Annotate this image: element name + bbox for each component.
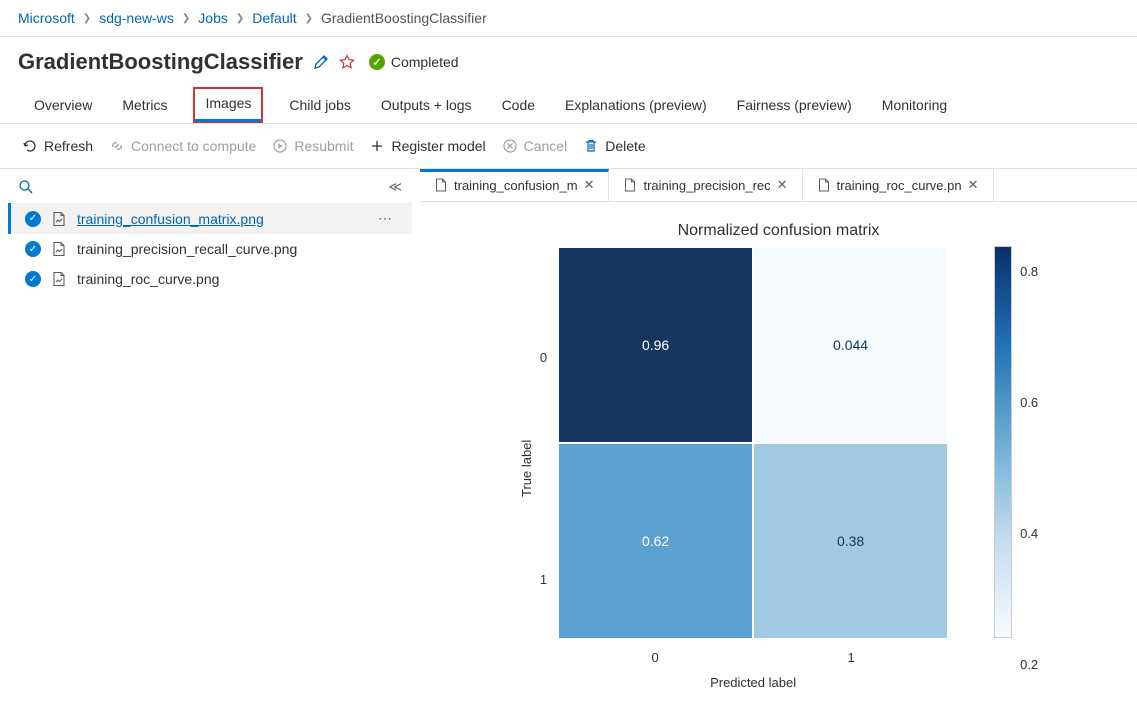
tab-code[interactable]: Code <box>498 89 539 123</box>
trash-icon <box>583 138 599 154</box>
page-title: GradientBoostingClassifier <box>18 49 303 75</box>
matrix-cell: 0.96 <box>558 247 753 443</box>
status-badge: Completed <box>369 54 459 70</box>
file-list-pane: ≪ training_confusion_matrix.png ⋯ traini… <box>0 169 420 710</box>
image-file-icon <box>623 178 637 192</box>
confusion-matrix: 0.96 0.044 0.62 0.38 <box>557 246 949 640</box>
tab-overview[interactable]: Overview <box>30 89 96 123</box>
y-tick: 0 <box>540 350 547 365</box>
image-tab-label: training_precision_rec <box>643 178 770 193</box>
close-icon[interactable]: ✕ <box>968 177 979 193</box>
title-row: GradientBoostingClassifier Completed <box>0 37 1137 81</box>
register-model-button[interactable]: Register model <box>369 138 485 154</box>
file-name: training_precision_recall_curve.png <box>77 241 297 257</box>
colorbar-tick: 0.2 <box>1020 657 1038 672</box>
tab-bar: Overview Metrics Images Child jobs Outpu… <box>0 81 1137 124</box>
image-file-icon <box>51 271 67 287</box>
tab-metrics[interactable]: Metrics <box>118 89 171 123</box>
colorbar: 0.8 0.6 0.4 0.2 <box>994 246 1038 690</box>
check-circle-icon <box>25 211 41 227</box>
tab-monitoring[interactable]: Monitoring <box>878 89 951 123</box>
image-file-icon <box>51 241 67 257</box>
chevron-right-icon: ❯ <box>305 13 313 24</box>
chart-area: Normalized confusion matrix True label 0… <box>420 202 1137 710</box>
close-icon[interactable]: ✕ <box>584 177 595 193</box>
chart-title: Normalized confusion matrix <box>440 222 1117 240</box>
edit-icon[interactable] <box>313 54 329 70</box>
cancel-icon <box>502 138 518 154</box>
x-axis-label: Predicted label <box>557 675 949 690</box>
delete-label: Delete <box>605 138 645 154</box>
more-icon[interactable]: ⋯ <box>372 210 398 227</box>
image-tab-label: training_roc_curve.pn <box>837 178 962 193</box>
matrix-cell: 0.38 <box>753 443 948 639</box>
tab-outputs-logs[interactable]: Outputs + logs <box>377 89 476 123</box>
file-name: training_confusion_matrix.png <box>77 211 264 227</box>
tab-fairness[interactable]: Fairness (preview) <box>733 89 856 123</box>
link-icon <box>109 138 125 154</box>
cancel-label: Cancel <box>524 138 568 154</box>
favorite-icon[interactable] <box>339 54 355 70</box>
file-item[interactable]: training_roc_curve.png <box>8 264 412 294</box>
file-item[interactable]: training_confusion_matrix.png ⋯ <box>8 203 412 234</box>
search-icon[interactable] <box>18 179 34 195</box>
tab-images[interactable]: Images <box>193 87 263 123</box>
colorbar-ticks: 0.8 0.6 0.4 0.2 <box>1020 246 1038 690</box>
matrix-cell: 0.62 <box>558 443 753 639</box>
check-circle-icon <box>25 271 41 287</box>
image-tab[interactable]: training_roc_curve.pn ✕ <box>803 169 994 201</box>
image-tab-label: training_confusion_m <box>454 178 578 193</box>
status-text: Completed <box>391 54 459 70</box>
image-file-icon <box>51 211 67 227</box>
resubmit-button[interactable]: Resubmit <box>272 138 353 154</box>
x-tick: 0 <box>557 650 753 665</box>
delete-button[interactable]: Delete <box>583 138 645 154</box>
y-tick: 1 <box>540 572 547 587</box>
tab-explanations[interactable]: Explanations (preview) <box>561 89 711 123</box>
breadcrumb-link[interactable]: Jobs <box>198 10 228 26</box>
colorbar-tick: 0.4 <box>1020 526 1038 541</box>
y-axis-label: True label <box>519 246 534 690</box>
play-circle-icon <box>272 138 288 154</box>
plus-icon <box>369 138 385 154</box>
breadcrumb-current: GradientBoostingClassifier <box>321 10 487 26</box>
matrix-cell: 0.044 <box>753 247 948 443</box>
image-file-icon <box>817 178 831 192</box>
toolbar: Refresh Connect to compute Resubmit Regi… <box>0 124 1137 168</box>
cancel-button[interactable]: Cancel <box>502 138 568 154</box>
breadcrumb: Microsoft ❯ sdg-new-ws ❯ Jobs ❯ Default ❯ Gr… <box>0 0 1137 37</box>
check-circle-icon <box>369 54 385 70</box>
breadcrumb-link[interactable]: sdg-new-ws <box>99 10 174 26</box>
refresh-icon <box>22 138 38 154</box>
check-circle-icon <box>25 241 41 257</box>
image-tab[interactable]: training_precision_rec ✕ <box>609 169 802 201</box>
x-tick: 1 <box>753 650 949 665</box>
breadcrumb-link[interactable]: Default <box>252 10 296 26</box>
connect-compute-button[interactable]: Connect to compute <box>109 138 256 154</box>
colorbar-tick: 0.6 <box>1020 395 1038 410</box>
close-icon[interactable]: ✕ <box>777 177 788 193</box>
colorbar-gradient <box>994 246 1012 638</box>
connect-label: Connect to compute <box>131 138 256 154</box>
tab-child-jobs[interactable]: Child jobs <box>285 89 354 123</box>
colorbar-tick: 0.8 <box>1020 264 1038 279</box>
image-tab-bar: training_confusion_m ✕ training_precisio… <box>420 169 1137 202</box>
image-file-icon <box>434 178 448 192</box>
content-row: ≪ training_confusion_matrix.png ⋯ traini… <box>0 168 1137 710</box>
chevron-right-icon: ❯ <box>236 13 244 24</box>
collapse-icon[interactable]: ≪ <box>388 179 402 195</box>
y-axis-ticks: 0 1 <box>540 246 557 690</box>
chevron-right-icon: ❯ <box>83 13 91 24</box>
image-viewer-pane: training_confusion_m ✕ training_precisio… <box>420 169 1137 710</box>
image-tab[interactable]: training_confusion_m ✕ <box>420 169 609 201</box>
refresh-button[interactable]: Refresh <box>22 138 93 154</box>
x-axis-ticks: 0 1 <box>557 650 949 665</box>
breadcrumb-link[interactable]: Microsoft <box>18 10 75 26</box>
file-item[interactable]: training_precision_recall_curve.png <box>8 234 412 264</box>
file-name: training_roc_curve.png <box>77 271 219 287</box>
register-label: Register model <box>391 138 485 154</box>
chevron-right-icon: ❯ <box>182 13 190 24</box>
refresh-label: Refresh <box>44 138 93 154</box>
resubmit-label: Resubmit <box>294 138 353 154</box>
